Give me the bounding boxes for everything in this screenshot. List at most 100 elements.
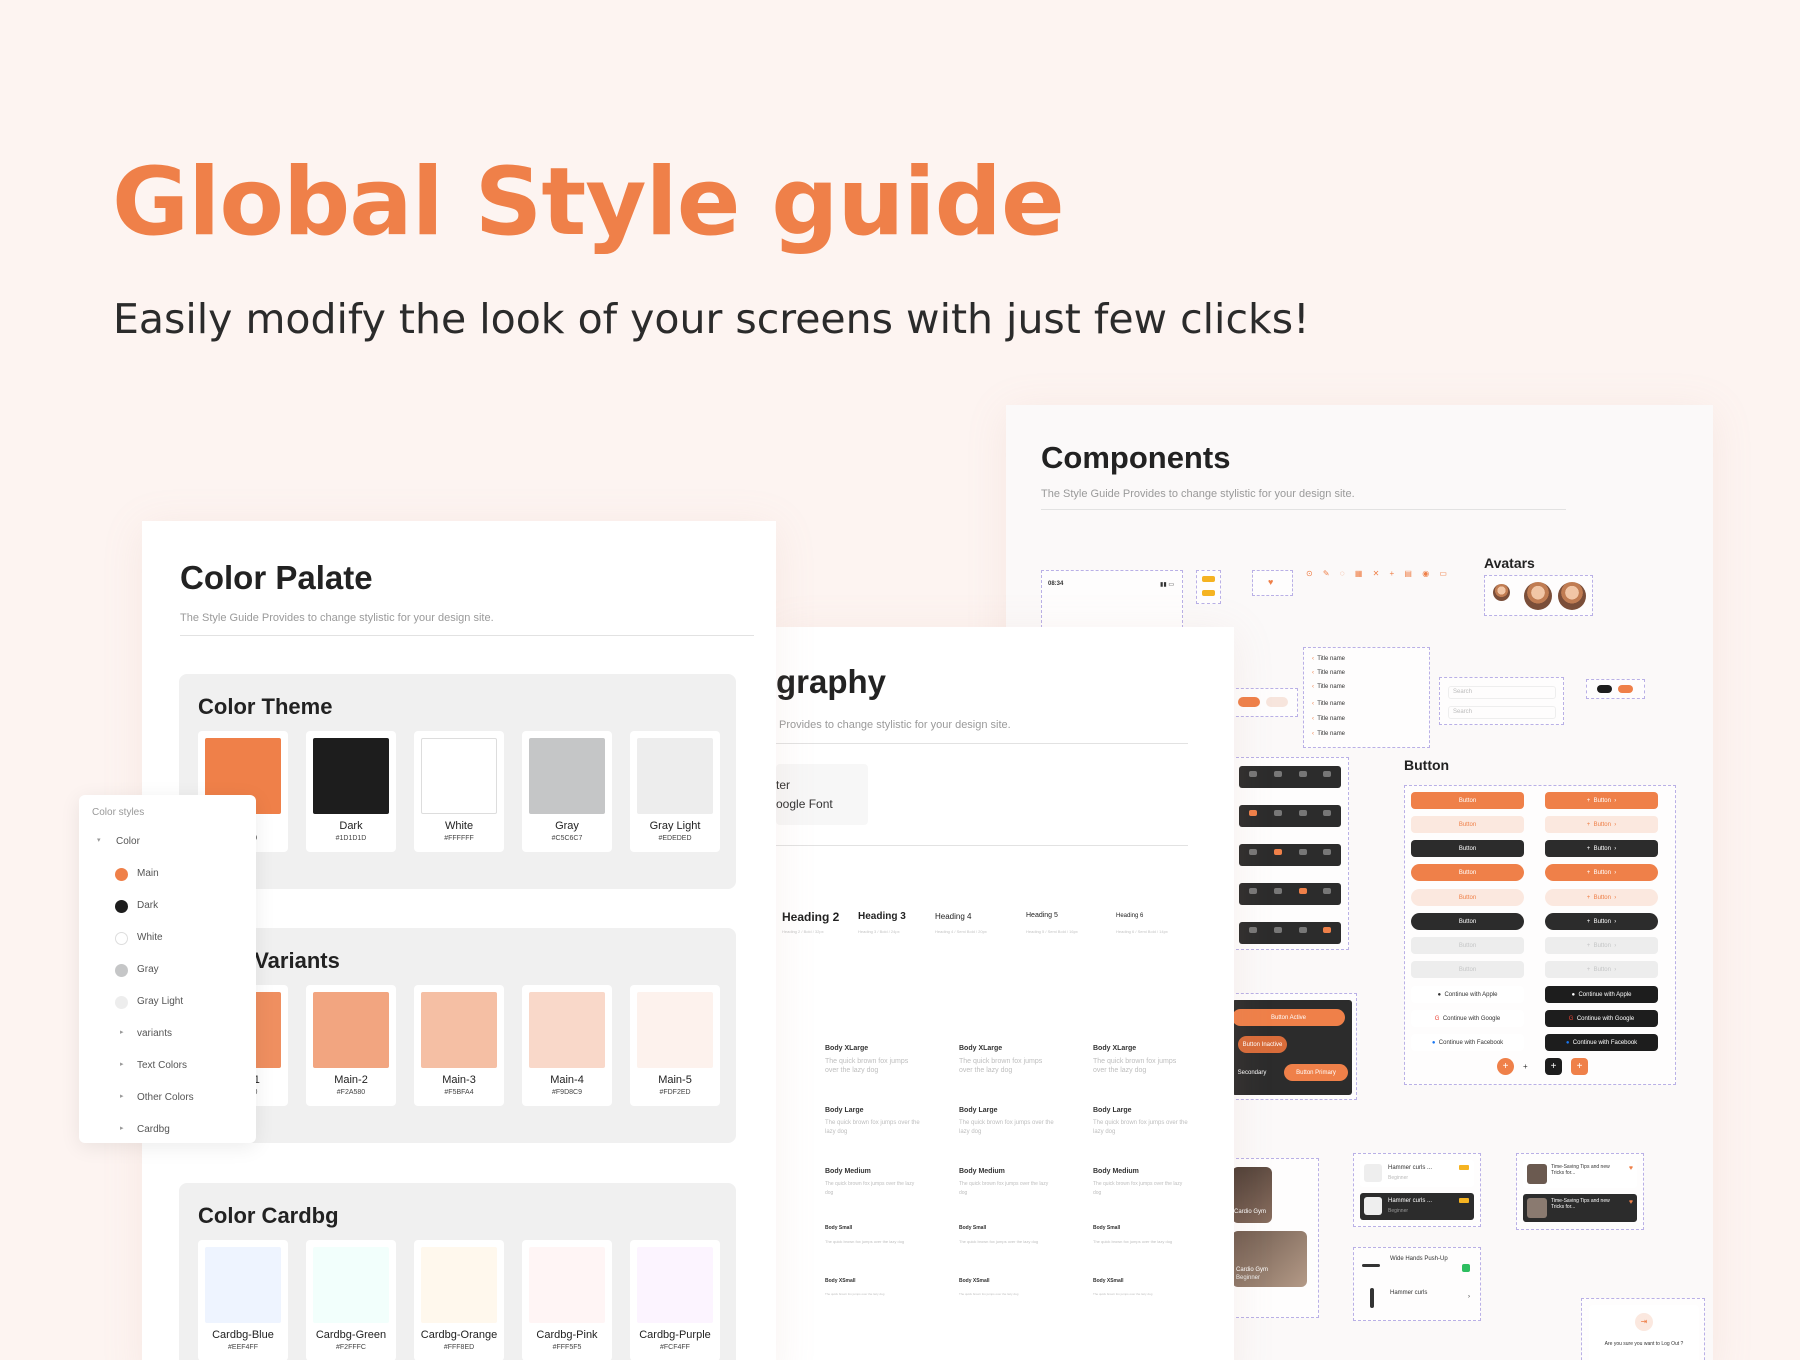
heading-2-sample: Heading 2 bbox=[782, 910, 840, 924]
dark-add-button[interactable]: + bbox=[1545, 1058, 1562, 1075]
caret-right-icon: ▸ bbox=[120, 1061, 124, 1068]
swatch-card[interactable]: Cardbg-Green #F2FFFC bbox=[306, 1240, 396, 1360]
body-style-label: Body Medium bbox=[825, 1168, 871, 1175]
dark-button[interactable]: Button bbox=[1411, 840, 1524, 857]
button-inactive[interactable]: Button Inactive bbox=[1238, 1036, 1287, 1053]
secondary-button[interactable]: Secondary bbox=[1232, 1064, 1272, 1081]
secondary-icon-pill-button[interactable]: + Button › bbox=[1545, 889, 1658, 906]
apple-login-button[interactable]: ● Continue with Apple bbox=[1411, 986, 1524, 1003]
color-style-folder[interactable]: ▸ Text Colors bbox=[79, 1057, 256, 1077]
components-description: The Style Guide Provides to change styli… bbox=[1041, 488, 1355, 500]
color-dot bbox=[115, 932, 128, 945]
fab-add-button[interactable]: + bbox=[1497, 1058, 1514, 1075]
button-active[interactable]: Button Active bbox=[1232, 1009, 1345, 1026]
color-styles-header: Color styles bbox=[92, 807, 145, 818]
dark-pill-button[interactable]: Button bbox=[1411, 913, 1524, 930]
color-style-item[interactable]: Main bbox=[79, 865, 256, 885]
apple-login-dark-button[interactable]: ● Continue with Apple bbox=[1545, 986, 1658, 1003]
heart-icon[interactable]: ♥ bbox=[1629, 1165, 1633, 1172]
swatch-card[interactable]: Main-3 #F5BFA4 bbox=[414, 985, 504, 1106]
body-sample-text: The quick brown fox jumps over the lazy … bbox=[959, 1292, 1019, 1296]
bottom-nav[interactable] bbox=[1239, 805, 1341, 827]
disabled-button[interactable]: Button bbox=[1411, 961, 1524, 978]
color-style-item[interactable]: Dark bbox=[79, 897, 256, 917]
tip-card[interactable]: Time-Saving Tips and new Tricks for... ♥ bbox=[1523, 1160, 1637, 1188]
color-folder-row[interactable]: ▾ Color bbox=[79, 833, 256, 853]
chip-inactive[interactable] bbox=[1266, 697, 1288, 707]
google-login-button[interactable]: G Continue with Google bbox=[1411, 1010, 1524, 1027]
color-styles-panel: Color styles ▾ Color Main Dark White Gray Gr… bbox=[79, 795, 256, 1143]
workout-card-selected[interactable]: Hammer curls ... Beginner bbox=[1360, 1193, 1474, 1220]
toggle-on[interactable] bbox=[1618, 685, 1633, 693]
orange-add-button[interactable]: + bbox=[1571, 1058, 1588, 1075]
avatar[interactable] bbox=[1524, 582, 1552, 610]
list-item[interactable]: ‹ Title name bbox=[1312, 670, 1345, 676]
button-primary[interactable]: Button Primary bbox=[1284, 1064, 1348, 1081]
color-swatch bbox=[637, 738, 713, 814]
color-style-folder[interactable]: ▸ variants bbox=[79, 1025, 256, 1045]
avatar[interactable] bbox=[1558, 582, 1586, 610]
bottom-nav[interactable] bbox=[1239, 844, 1341, 866]
swatch-card[interactable]: Gray #C5C6C7 bbox=[522, 731, 612, 852]
workout-photo[interactable]: Cardio Gym Beginner bbox=[1232, 1231, 1307, 1287]
tips-frame: Time-Saving Tips and new Tricks for... ♥… bbox=[1516, 1153, 1644, 1230]
heart-icon[interactable]: ♥ bbox=[1268, 577, 1273, 587]
swatch-card[interactable]: Main-2 #F2A580 bbox=[306, 985, 396, 1106]
heart-icon[interactable]: ♥ bbox=[1629, 1199, 1633, 1206]
facebook-login-dark-button[interactable]: ● Continue with Facebook bbox=[1545, 1034, 1658, 1051]
primary-button[interactable]: Button bbox=[1411, 792, 1524, 809]
color-theme-group: Color Theme Main#EF8049Dark#1D1D1DWhite#… bbox=[179, 674, 736, 889]
list-item[interactable]: ‹ Title name bbox=[1312, 701, 1345, 707]
primary-icon-button[interactable]: + Button › bbox=[1545, 792, 1658, 809]
google-login-dark-button[interactable]: G Continue with Google bbox=[1545, 1010, 1658, 1027]
secondary-button[interactable]: Button bbox=[1411, 816, 1524, 833]
color-style-folder[interactable]: ▸ Other Colors bbox=[79, 1089, 256, 1109]
body-sample-text: The quick brown fox jumps over the lazy … bbox=[1093, 1239, 1173, 1244]
checkbox-checked[interactable] bbox=[1462, 1264, 1470, 1272]
swatch-card[interactable]: Cardbg-Orange #FFF8ED bbox=[414, 1240, 504, 1360]
color-style-item[interactable]: Gray bbox=[79, 961, 256, 981]
color-style-folder[interactable]: ▸ Cardbg bbox=[79, 1121, 256, 1141]
list-item[interactable]: ‹ Title name bbox=[1312, 716, 1345, 722]
color-dot bbox=[115, 964, 128, 977]
color-style-item[interactable]: Gray Light bbox=[79, 993, 256, 1013]
swatch-card[interactable]: Cardbg-Pink #FFF5F5 bbox=[522, 1240, 612, 1360]
workout-card[interactable]: Hammer curls ... Beginner bbox=[1360, 1160, 1474, 1187]
swatch-card[interactable]: Main-5 #FDF2ED bbox=[630, 985, 720, 1106]
swatch-card[interactable]: Main-4 #F9D8C9 bbox=[522, 985, 612, 1106]
swatch-card[interactable]: Cardbg-Purple #FCF4FF bbox=[630, 1240, 720, 1360]
swatch-card[interactable]: White #FFFFFF bbox=[414, 731, 504, 852]
swatch-name: Main-4 bbox=[550, 1074, 584, 1086]
avatar[interactable] bbox=[1493, 584, 1510, 601]
swatch-card[interactable]: Cardbg-Blue #EEF4FF bbox=[198, 1240, 288, 1360]
toggle-off[interactable] bbox=[1597, 685, 1612, 693]
disabled-icon-button[interactable]: + Button › bbox=[1545, 961, 1658, 978]
list-item[interactable]: ‹ Title name bbox=[1312, 731, 1345, 737]
color-style-item[interactable]: White bbox=[79, 929, 256, 949]
list-item[interactable]: ‹ Title name bbox=[1312, 656, 1345, 662]
tip-card-dark[interactable]: Time-Saving Tips and new Tricks for... ♥ bbox=[1523, 1194, 1637, 1222]
facebook-login-button[interactable]: ● Continue with Facebook bbox=[1411, 1034, 1524, 1051]
swatch-card[interactable]: Dark #1D1D1D bbox=[306, 731, 396, 852]
tip-thumbnail bbox=[1527, 1164, 1547, 1184]
search-input[interactable]: Search bbox=[1448, 706, 1556, 719]
workout-photo[interactable]: Cardio Gym bbox=[1232, 1167, 1272, 1223]
apple-icon: ● bbox=[1571, 991, 1576, 998]
dark-icon-button[interactable]: + Button › bbox=[1545, 840, 1658, 857]
chip-active[interactable] bbox=[1238, 697, 1260, 707]
primary-icon-pill-button[interactable]: + Button › bbox=[1545, 864, 1658, 881]
bottom-nav[interactable] bbox=[1239, 766, 1341, 788]
chevron-right-icon[interactable]: › bbox=[1468, 1294, 1470, 1300]
add-icon[interactable]: + bbox=[1523, 1062, 1528, 1071]
disabled-icon-button[interactable]: + Button › bbox=[1545, 937, 1658, 954]
bottom-nav[interactable] bbox=[1239, 883, 1341, 905]
secondary-pill-button[interactable]: Button bbox=[1411, 889, 1524, 906]
disabled-button[interactable]: Button bbox=[1411, 937, 1524, 954]
list-item[interactable]: ‹ Title name bbox=[1312, 684, 1345, 690]
dark-icon-pill-button[interactable]: + Button › bbox=[1545, 913, 1658, 930]
search-input[interactable]: Search bbox=[1448, 686, 1556, 699]
primary-pill-button[interactable]: Button bbox=[1411, 864, 1524, 881]
bottom-nav[interactable] bbox=[1239, 922, 1341, 944]
swatch-card[interactable]: Gray Light #EDEDED bbox=[630, 731, 720, 852]
secondary-icon-button[interactable]: + Button › bbox=[1545, 816, 1658, 833]
